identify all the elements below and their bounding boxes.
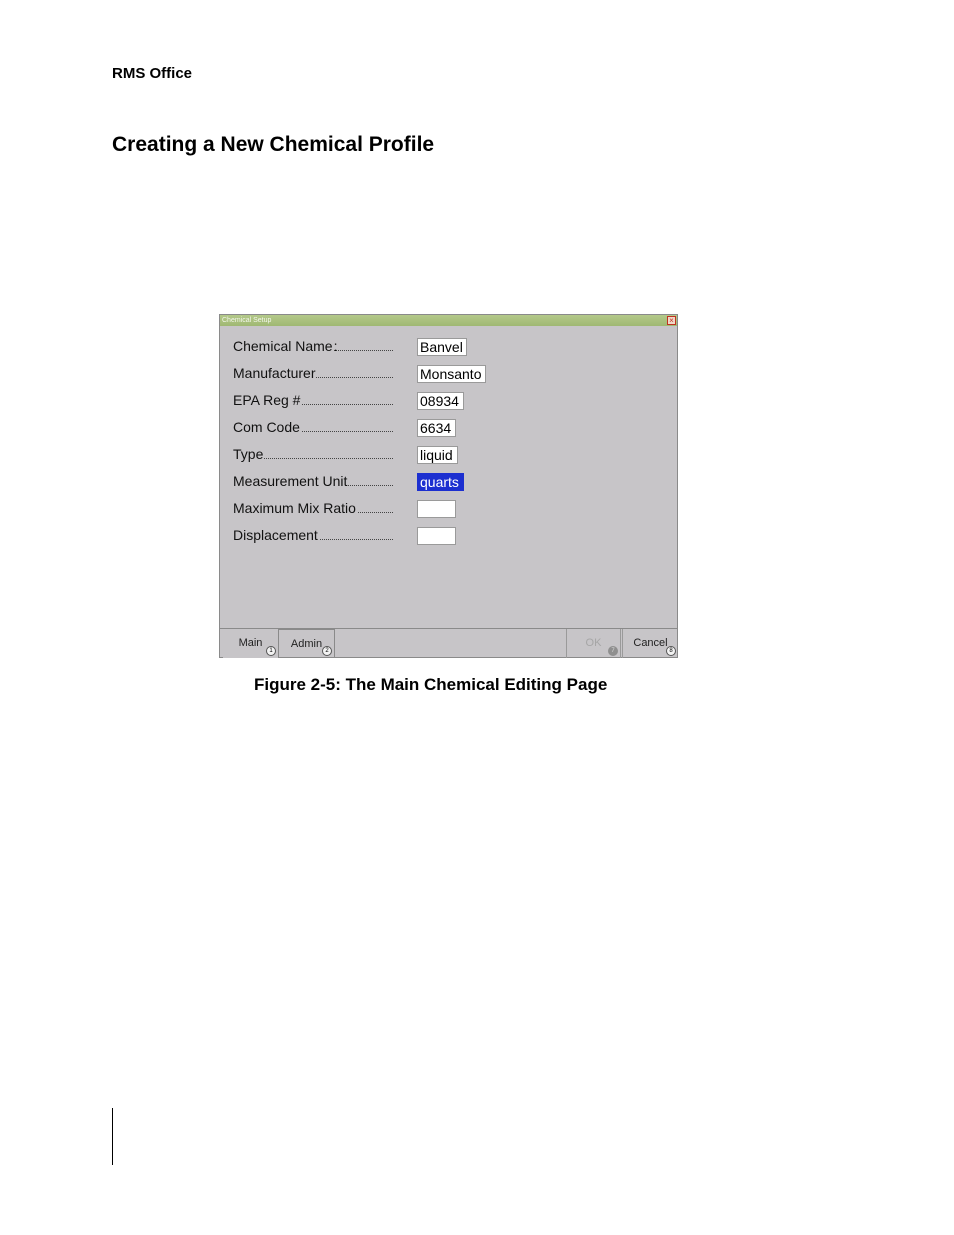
- manufacturer-field[interactable]: Monsanto: [417, 365, 486, 383]
- ok-button[interactable]: OK 7: [566, 629, 621, 658]
- margin-rule: [112, 1108, 113, 1165]
- chemical-setup-dialog: Chemical Setup × Chemical Name: Banvel M…: [219, 314, 678, 658]
- dialog-titlebar: Chemical Setup ×: [220, 315, 677, 326]
- max-mix-ratio-label: Maximum Mix Ratio: [233, 500, 393, 516]
- shortcut-badge: 1: [266, 646, 276, 656]
- cancel-button-label: Cancel: [633, 637, 668, 649]
- max-mix-ratio-field[interactable]: [417, 500, 456, 518]
- figure-caption: Figure 2-5: The Main Chemical Editing Pa…: [254, 675, 608, 694]
- close-icon[interactable]: ×: [667, 316, 676, 325]
- tab-main[interactable]: Main 1: [223, 629, 279, 658]
- tab-admin-label: Admin: [290, 638, 323, 650]
- dialog-tabbar: Main 1 Admin 2 OK 7 Cancel 8: [220, 628, 677, 659]
- shortcut-badge: 7: [608, 646, 618, 656]
- shortcut-badge: 2: [322, 646, 332, 656]
- measurement-unit-field[interactable]: quarts: [417, 473, 464, 491]
- ok-button-label: OK: [585, 637, 602, 649]
- measurement-unit-label: Measurement Unit: [233, 473, 393, 489]
- manufacturer-label: Manufacturer: [233, 365, 393, 381]
- tab-main-label: Main: [238, 637, 263, 649]
- tab-admin[interactable]: Admin 2: [279, 629, 335, 658]
- chemical-name-field[interactable]: Banvel: [417, 338, 467, 356]
- displacement-label: Displacement: [233, 527, 393, 543]
- epa-reg-field[interactable]: 08934: [417, 392, 464, 410]
- shortcut-badge: 8: [666, 646, 676, 656]
- type-label: Type: [233, 446, 393, 462]
- com-code-label: Com Code: [233, 419, 393, 435]
- section-title: Creating a New Chemical Profile: [112, 133, 435, 156]
- type-field[interactable]: liquid: [417, 446, 458, 464]
- chemical-name-label: Chemical Name:: [233, 338, 393, 354]
- epa-reg-label: EPA Reg #: [233, 392, 393, 408]
- dialog-title: Chemical Setup: [222, 317, 272, 324]
- displacement-field[interactable]: [417, 527, 456, 545]
- com-code-field[interactable]: 6634: [417, 419, 456, 437]
- cancel-button[interactable]: Cancel 8: [622, 629, 678, 658]
- running-head: RMS Office: [112, 65, 193, 82]
